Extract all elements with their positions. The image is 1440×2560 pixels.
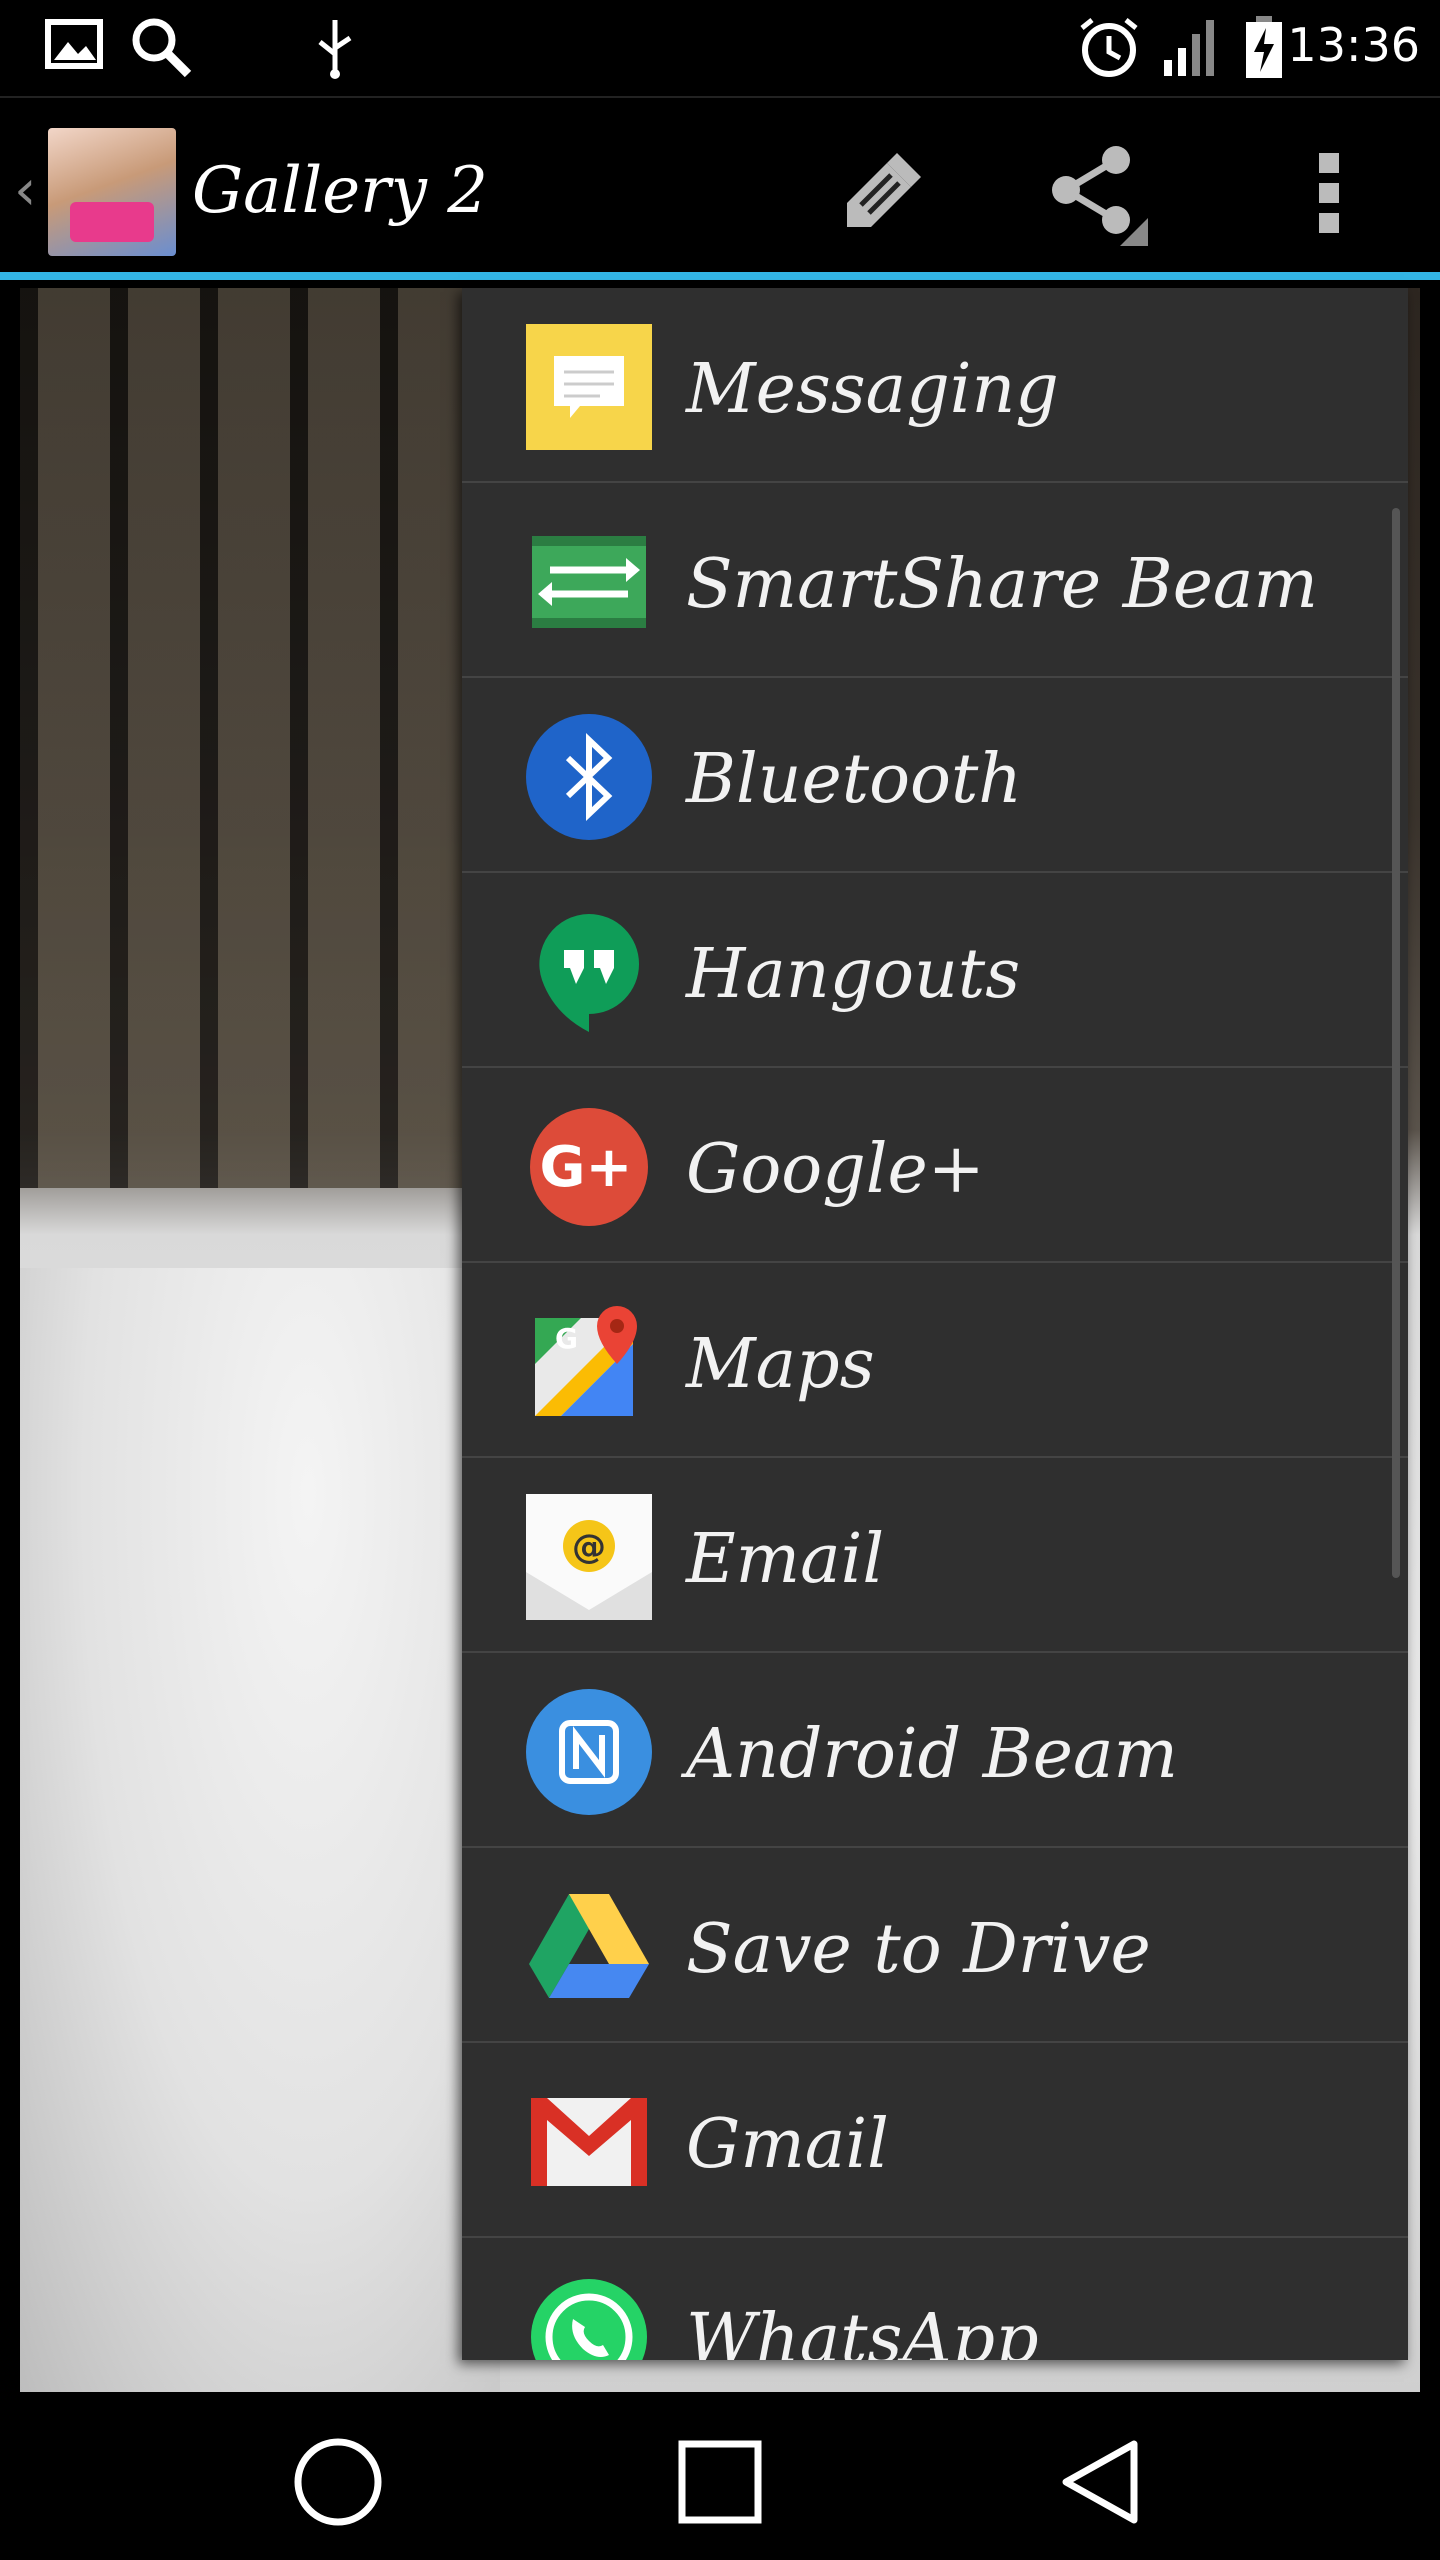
share-icon[interactable] [1040, 138, 1150, 248]
navigation-bar [0, 2392, 1440, 2560]
share-item-save-to-drive[interactable]: Save to Drive [462, 1848, 1408, 2043]
action-bar-accent-line [0, 272, 1440, 280]
google-plus-icon: G+ [524, 1102, 654, 1232]
back-button[interactable] [1052, 2432, 1152, 2532]
share-item-google-plus[interactable]: G+ Google+ [462, 1068, 1408, 1263]
share-item-email[interactable]: @ Email [462, 1458, 1408, 1653]
whatsapp-icon [524, 2272, 654, 2360]
share-item-smartshare-beam[interactable]: SmartShare Beam [462, 483, 1408, 678]
messaging-icon [524, 322, 654, 452]
share-item-whatsapp[interactable]: WhatsApp [462, 2238, 1408, 2360]
share-item-bluetooth[interactable]: Bluetooth [462, 678, 1408, 873]
share-item-android-beam[interactable]: Android Beam [462, 1653, 1408, 1848]
app-thumbnail[interactable] [48, 128, 176, 256]
status-bar: 13:36 [0, 0, 1440, 96]
drive-icon [524, 1882, 654, 2012]
share-item-hangouts[interactable]: Hangouts [462, 873, 1408, 1068]
share-item-gmail[interactable]: Gmail [462, 2043, 1408, 2238]
action-bar: ‹ Gallery 2 [0, 96, 1440, 280]
bluetooth-icon [524, 712, 654, 842]
email-icon: @ [524, 1492, 654, 1622]
thumbnail-badge [70, 202, 154, 242]
smartshare-beam-icon [524, 517, 654, 647]
share-item-label: Email [686, 1520, 885, 1599]
hangouts-icon [524, 907, 654, 1037]
signal-icon [1160, 14, 1222, 84]
share-item-label: Gmail [686, 2105, 889, 2184]
photo-subject [20, 1268, 500, 2392]
search-notification-icon [128, 14, 194, 84]
share-menu-scrollbar[interactable] [1392, 508, 1400, 1578]
battery-charging-icon [1244, 14, 1284, 84]
share-item-messaging[interactable]: Messaging [462, 288, 1408, 483]
share-item-maps[interactable]: G Maps [462, 1263, 1408, 1458]
recents-button[interactable] [670, 2432, 770, 2532]
svg-text:G: G [555, 1322, 578, 1355]
alarm-icon [1076, 14, 1142, 84]
edit-icon[interactable] [822, 138, 932, 248]
share-item-label: Save to Drive [686, 1910, 1151, 1989]
svg-text:@: @ [572, 1527, 606, 1567]
gmail-icon [524, 2077, 654, 2207]
share-item-label: Maps [686, 1325, 875, 1404]
share-item-label: Bluetooth [686, 740, 1023, 819]
up-caret-icon[interactable]: ‹ [14, 158, 36, 223]
share-item-label: WhatsApp [686, 2300, 1039, 2360]
share-item-label: SmartShare Beam [686, 545, 1318, 624]
maps-icon: G [524, 1297, 654, 1427]
page-title[interactable]: Gallery 2 [192, 154, 488, 228]
android-beam-icon [524, 1687, 654, 1817]
share-item-label: Hangouts [686, 935, 1021, 1014]
gallery-notification-icon [44, 14, 106, 80]
share-item-label: Messaging [686, 350, 1059, 429]
svg-text:G+: G+ [540, 1135, 633, 1200]
overflow-menu-icon[interactable] [1274, 138, 1384, 248]
home-button[interactable] [288, 2432, 388, 2532]
usb-icon [310, 14, 360, 84]
status-time: 13:36 [1287, 18, 1420, 72]
share-item-label: Google+ [686, 1130, 985, 1209]
share-item-label: Android Beam [686, 1715, 1179, 1794]
share-menu: Messaging SmartShare Beam Bluetooth Hang… [462, 288, 1408, 2360]
photo-background-windows [20, 288, 480, 1188]
